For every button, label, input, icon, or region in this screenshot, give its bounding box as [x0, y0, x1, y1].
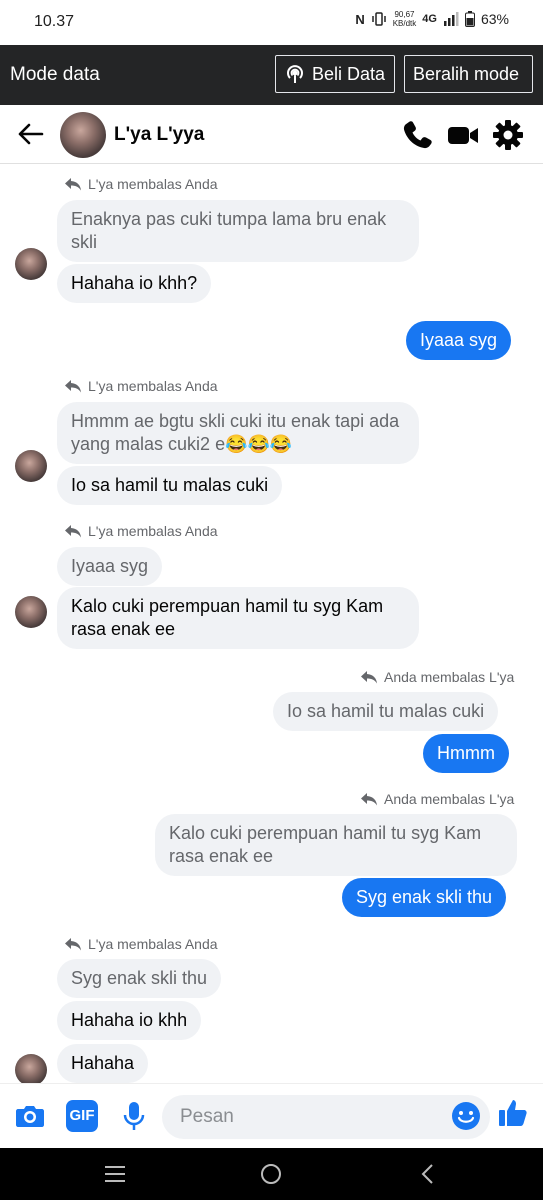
contact-avatar[interactable]	[60, 112, 106, 158]
message-composer: GIF Pesan	[0, 1083, 543, 1149]
incoming-message[interactable]: Kalo cuki perempuan hamil tu syg Kam ras…	[57, 587, 419, 649]
sender-avatar[interactable]	[15, 248, 47, 280]
quoted-message[interactable]: Enaknya pas cuki tumpa lama bru enak skl…	[57, 200, 419, 262]
back-arrow-icon[interactable]	[16, 120, 44, 148]
reply-label-text: Anda membalas L'ya	[384, 669, 515, 685]
reply-indicator: L'ya membalas Anda	[64, 176, 218, 192]
video-call-icon[interactable]	[447, 119, 479, 151]
status-icons: N 90,67 KB/dtk 4G 63%	[355, 10, 509, 28]
gif-button[interactable]: GIF	[66, 1100, 98, 1132]
message-input[interactable]: Pesan	[162, 1095, 490, 1139]
outgoing-message[interactable]: Syg enak skli thu	[342, 878, 507, 917]
system-nav-bar	[0, 1148, 543, 1200]
quoted-message[interactable]: Io sa hamil tu malas cuki	[273, 692, 499, 731]
quoted-message[interactable]: Hmmm ae bgtu skli cuki itu enak tapi ada…	[57, 402, 419, 464]
buy-data-button[interactable]: Beli Data	[275, 55, 395, 93]
signal-icon	[443, 12, 459, 26]
net-speed-value: 90,67	[394, 10, 415, 19]
battery-level: 63%	[480, 11, 509, 27]
quoted-message[interactable]: Iyaaa syg	[57, 547, 163, 586]
reply-label-text: L'ya membalas Anda	[88, 378, 218, 394]
sender-avatar[interactable]	[15, 1054, 47, 1086]
outgoing-message[interactable]: Iyaaa syg	[406, 321, 512, 360]
switch-mode-label: Beralih mode	[413, 63, 520, 84]
network-type: 4G	[422, 13, 437, 25]
reply-arrow-icon	[65, 525, 81, 538]
recent-apps-icon[interactable]	[103, 1162, 127, 1186]
sender-avatar[interactable]	[15, 596, 47, 628]
camera-icon[interactable]	[14, 1100, 46, 1132]
net-speed-unit: KB/dtk	[392, 19, 417, 28]
incoming-message[interactable]: Hahaha io khh	[57, 1001, 202, 1040]
like-thumbs-up-icon[interactable]	[497, 1097, 529, 1129]
reply-label-text: L'ya membalas Anda	[88, 523, 218, 539]
quoted-message[interactable]: Syg enak skli thu	[57, 959, 222, 998]
chat-header: L'ya L'yya	[0, 105, 543, 164]
nfc-icon: N	[355, 11, 365, 27]
incoming-message[interactable]: Hahaha io khh?	[57, 264, 212, 303]
outgoing-message[interactable]: Hmmm	[423, 734, 509, 773]
status-bar: 10.37 N 90,67 KB/dtk 4G 63%	[0, 0, 543, 45]
data-mode-title: Mode data	[10, 64, 100, 85]
emoji-icon[interactable]	[451, 1101, 481, 1131]
settings-gear-icon[interactable]	[492, 119, 524, 151]
switch-mode-button[interactable]: Beralih mode	[404, 55, 533, 93]
reply-label-text: L'ya membalas Anda	[88, 176, 218, 192]
home-icon[interactable]	[259, 1162, 283, 1186]
net-speed: 90,67 KB/dtk	[393, 10, 417, 28]
incoming-message[interactable]: Hahaha	[57, 1044, 149, 1083]
reply-label-text: L'ya membalas Anda	[88, 936, 218, 952]
reply-indicator: L'ya membalas Anda	[64, 378, 218, 394]
reply-arrow-icon	[361, 671, 377, 684]
microphone-icon[interactable]	[118, 1100, 150, 1132]
reply-arrow-icon	[65, 938, 81, 951]
reply-indicator: Anda membalas L'ya	[360, 791, 514, 807]
reply-arrow-icon	[361, 793, 377, 806]
vibrate-icon	[371, 12, 386, 26]
reply-arrow-icon	[65, 178, 81, 191]
quoted-message[interactable]: Kalo cuki perempuan hamil tu syg Kam ras…	[155, 814, 517, 876]
phone-icon[interactable]	[402, 119, 434, 151]
contact-name[interactable]: L'ya L'yya	[114, 124, 204, 146]
sender-avatar[interactable]	[15, 450, 47, 482]
reply-indicator: L'ya membalas Anda	[64, 936, 218, 952]
broadcast-icon	[287, 65, 303, 83]
reply-indicator: L'ya membalas Anda	[64, 523, 218, 539]
battery-icon	[464, 11, 475, 27]
reply-indicator: Anda membalas L'ya	[360, 669, 514, 685]
back-nav-icon[interactable]	[416, 1162, 440, 1186]
buy-data-label: Beli Data	[312, 63, 386, 84]
reply-arrow-icon	[65, 380, 81, 393]
status-time: 10.37	[34, 13, 75, 30]
reply-label-text: Anda membalas L'ya	[384, 791, 515, 807]
incoming-message[interactable]: Io sa hamil tu malas cuki	[57, 466, 283, 505]
data-mode-bar: Mode data Beli Data Beralih mode	[0, 45, 543, 105]
